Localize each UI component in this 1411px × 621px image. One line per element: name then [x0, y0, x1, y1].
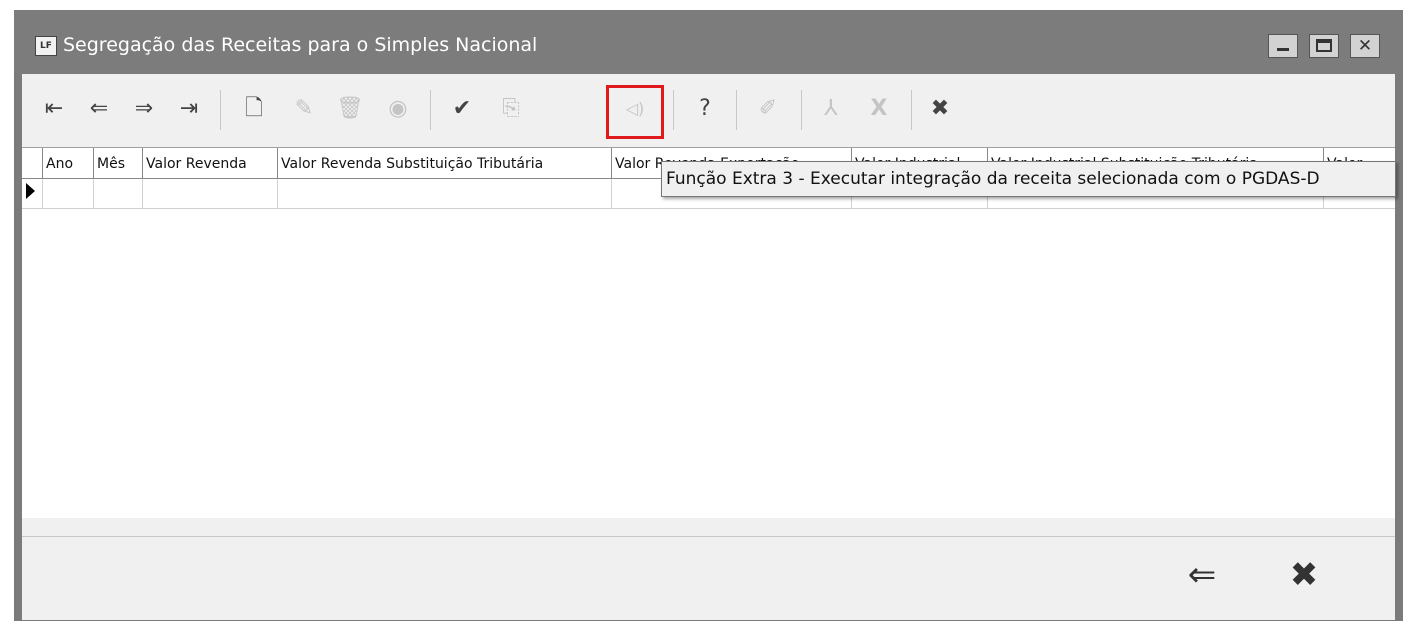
previous-record-icon: ⇐ — [89, 96, 109, 121]
row-indicator-header — [22, 148, 42, 178]
last-record-button[interactable]: ⇥ — [172, 92, 206, 126]
minimize-button[interactable] — [1268, 34, 1298, 58]
pencil-square-icon: ✐ — [758, 96, 778, 121]
column-header-ano[interactable]: Ano — [42, 148, 93, 178]
table-cell[interactable] — [93, 179, 142, 208]
toolbar-separator — [736, 90, 737, 130]
column-header-valor-revenda-st[interactable]: Valor Revenda Substituição Tributária — [277, 148, 611, 178]
export-pdf-button[interactable]: ⅄ — [814, 92, 848, 126]
table-cell[interactable] — [42, 179, 93, 208]
close-icon: ✕ — [1357, 36, 1373, 56]
check-circle-icon: ✔ — [452, 96, 472, 121]
toolbar-separator — [220, 90, 221, 130]
back-button[interactable]: ⇐ — [1178, 551, 1226, 599]
first-record-icon: ⇤ — [44, 96, 64, 121]
toolbar-separator — [673, 90, 674, 130]
document-gear-icon: ⎘ — [502, 96, 520, 121]
extra-function-2-button[interactable]: ⎘ — [494, 92, 528, 126]
close-circle-icon: ✖ — [1289, 555, 1319, 595]
excel-icon: X — [870, 96, 888, 121]
main-window: LF Segregação das Receitas para o Simple… — [14, 10, 1403, 621]
close-circle-icon: ✖ — [930, 96, 950, 121]
view-record-button[interactable]: ◉ — [381, 92, 415, 126]
next-record-icon: ⇒ — [134, 96, 154, 121]
notes-button[interactable]: ✐ — [751, 92, 785, 126]
footer-bar: ⇐ ✖ — [22, 536, 1395, 620]
previous-record-button[interactable]: ⇐ — [82, 92, 116, 126]
toolbar-separator — [430, 90, 431, 130]
confirm-button[interactable]: ✔ — [445, 92, 479, 126]
delete-record-button[interactable]: 🗑 — [333, 92, 367, 126]
minimize-icon — [1277, 48, 1289, 51]
data-grid[interactable]: Ano Mês Valor Revenda Valor Revenda Subs… — [22, 147, 1395, 596]
current-row-arrow-icon — [26, 183, 35, 199]
edit-icon: ✎ — [294, 96, 314, 121]
trash-icon: 🗑 — [336, 96, 364, 121]
speaker-icon: ◁) — [625, 99, 645, 118]
tooltip: Função Extra 3 - Executar integração da … — [661, 161, 1396, 197]
question-circle-icon: ? — [699, 96, 711, 121]
maximize-button[interactable] — [1309, 34, 1339, 58]
toolbar: ⇤ ⇐ ⇒ ⇥ 🗋 ✎ 🗑 ◉ ✔ ⎘ ◁) ? ✐ ⅄ X ✖ — [22, 74, 1395, 147]
table-cell[interactable] — [142, 179, 277, 208]
export-excel-button[interactable]: X — [862, 92, 896, 126]
eye-icon: ◉ — [388, 96, 408, 121]
close-window-button[interactable]: ✕ — [1350, 34, 1380, 58]
toolbar-separator — [801, 90, 802, 130]
window-title: Segregação das Receitas para o Simples N… — [63, 34, 538, 56]
new-record-button[interactable]: 🗋 — [237, 92, 271, 126]
close-form-button[interactable]: ✖ — [923, 92, 957, 126]
maximize-icon — [1316, 39, 1332, 52]
last-record-icon: ⇥ — [179, 96, 199, 121]
edit-record-button[interactable]: ✎ — [287, 92, 321, 126]
table-cell[interactable] — [277, 179, 611, 208]
pdf-icon: ⅄ — [824, 96, 838, 121]
new-document-icon: 🗋 — [245, 96, 263, 121]
footer-close-button[interactable]: ✖ — [1280, 551, 1328, 599]
column-header-valor-revenda[interactable]: Valor Revenda — [142, 148, 277, 178]
first-record-button[interactable]: ⇤ — [37, 92, 71, 126]
window-content: ⇤ ⇐ ⇒ ⇥ 🗋 ✎ 🗑 ◉ ✔ ⎘ ◁) ? ✐ ⅄ X ✖ Ano Mês… — [22, 74, 1395, 620]
column-header-mes[interactable]: Mês — [93, 148, 142, 178]
title-bar[interactable]: LF Segregação das Receitas para o Simple… — [14, 10, 1403, 74]
app-icon: LF — [35, 36, 57, 56]
extra-function-3-button[interactable]: ◁) — [618, 92, 652, 126]
toolbar-separator — [911, 90, 912, 130]
help-button[interactable]: ? — [688, 92, 722, 126]
row-indicator — [22, 179, 42, 208]
back-arrow-icon: ⇐ — [1187, 555, 1217, 595]
next-record-button[interactable]: ⇒ — [127, 92, 161, 126]
